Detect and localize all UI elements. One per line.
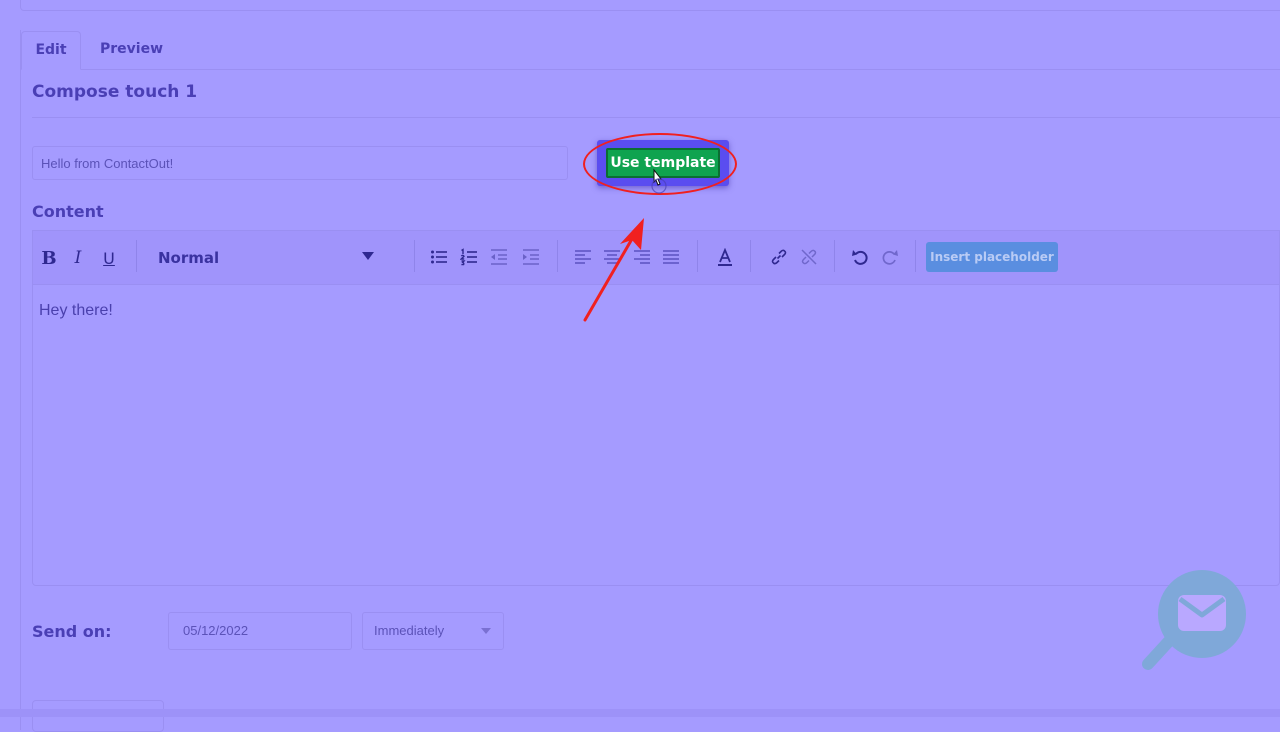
underline-button[interactable]: U bbox=[100, 247, 118, 269]
unlink-icon[interactable] bbox=[800, 248, 818, 266]
toolbar-divider bbox=[414, 240, 415, 272]
content-label: Content bbox=[32, 202, 104, 221]
numbered-list-icon[interactable] bbox=[460, 248, 478, 266]
redo-icon[interactable] bbox=[881, 248, 899, 266]
indent-icon[interactable] bbox=[522, 248, 540, 266]
divider bbox=[32, 117, 1280, 118]
editor-body-text: Hey there! bbox=[39, 302, 113, 319]
bold-button[interactable]: B bbox=[40, 247, 58, 269]
compose-title: Compose touch 1 bbox=[32, 82, 198, 102]
align-center-icon[interactable] bbox=[603, 248, 621, 266]
tab-preview[interactable]: Preview bbox=[100, 31, 163, 68]
text-color-icon[interactable] bbox=[716, 248, 734, 266]
toolbar-divider bbox=[750, 240, 751, 272]
text-style-select[interactable]: Normal bbox=[158, 247, 378, 269]
insert-placeholder-button[interactable]: Insert placeholder bbox=[926, 242, 1058, 272]
outdent-icon[interactable] bbox=[490, 248, 508, 266]
tab-bar: Edit Preview bbox=[21, 31, 1280, 70]
undo-icon[interactable] bbox=[851, 248, 869, 266]
chevron-down-icon bbox=[362, 252, 374, 260]
tab-edit[interactable]: Edit bbox=[21, 31, 81, 70]
subject-input[interactable]: Hello from ContactOut! bbox=[32, 146, 568, 180]
bottom-bar bbox=[0, 709, 1280, 717]
toolbar-divider bbox=[915, 240, 916, 272]
bullet-list-icon[interactable] bbox=[430, 248, 448, 266]
send-date-input[interactable]: 05/12/2022 bbox=[168, 612, 352, 650]
toolbar-divider bbox=[136, 240, 137, 272]
toolbar-divider bbox=[557, 240, 558, 272]
link-icon[interactable] bbox=[770, 248, 788, 266]
send-on-label: Send on: bbox=[32, 622, 112, 641]
top-frame bbox=[20, 0, 1280, 11]
align-justify-icon[interactable] bbox=[662, 248, 680, 266]
mail-search-icon[interactable] bbox=[1140, 568, 1250, 676]
content-editor[interactable] bbox=[32, 284, 1280, 586]
align-left-icon[interactable] bbox=[574, 248, 592, 266]
toolbar-divider bbox=[834, 240, 835, 272]
align-right-icon[interactable] bbox=[633, 248, 651, 266]
chevron-down-icon bbox=[481, 628, 491, 634]
toolbar-divider bbox=[697, 240, 698, 272]
use-template-button[interactable]: Use template bbox=[606, 148, 720, 178]
italic-button[interactable]: I bbox=[70, 247, 86, 269]
